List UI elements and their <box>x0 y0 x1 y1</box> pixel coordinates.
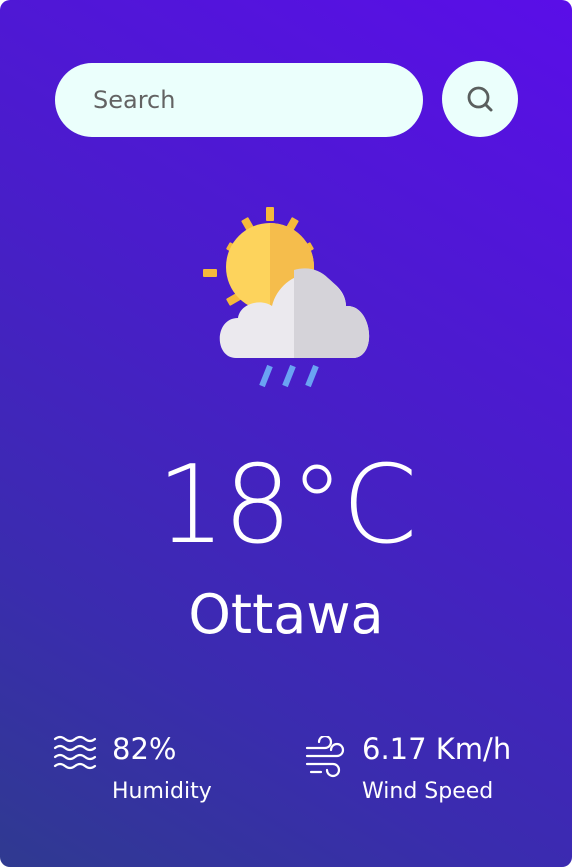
humidity-label: Humidity <box>112 779 212 804</box>
city-name: Ottawa <box>188 583 384 646</box>
wind-value: 6.17 Km/h <box>362 732 512 766</box>
temperature: 18°C <box>156 443 418 568</box>
humidity-waves-icon <box>53 735 97 770</box>
search-icon <box>467 86 493 112</box>
humidity-value: 82% <box>112 732 177 766</box>
wind-icon <box>305 736 345 778</box>
wind-label: Wind Speed <box>362 779 494 804</box>
search-input[interactable] <box>55 63 423 137</box>
weather-card: 18°C Ottawa 82% Humidity 6.17 Km/h Wind … <box>0 0 572 867</box>
sun-cloud-rain-icon <box>203 207 370 388</box>
search-button[interactable] <box>442 61 518 137</box>
